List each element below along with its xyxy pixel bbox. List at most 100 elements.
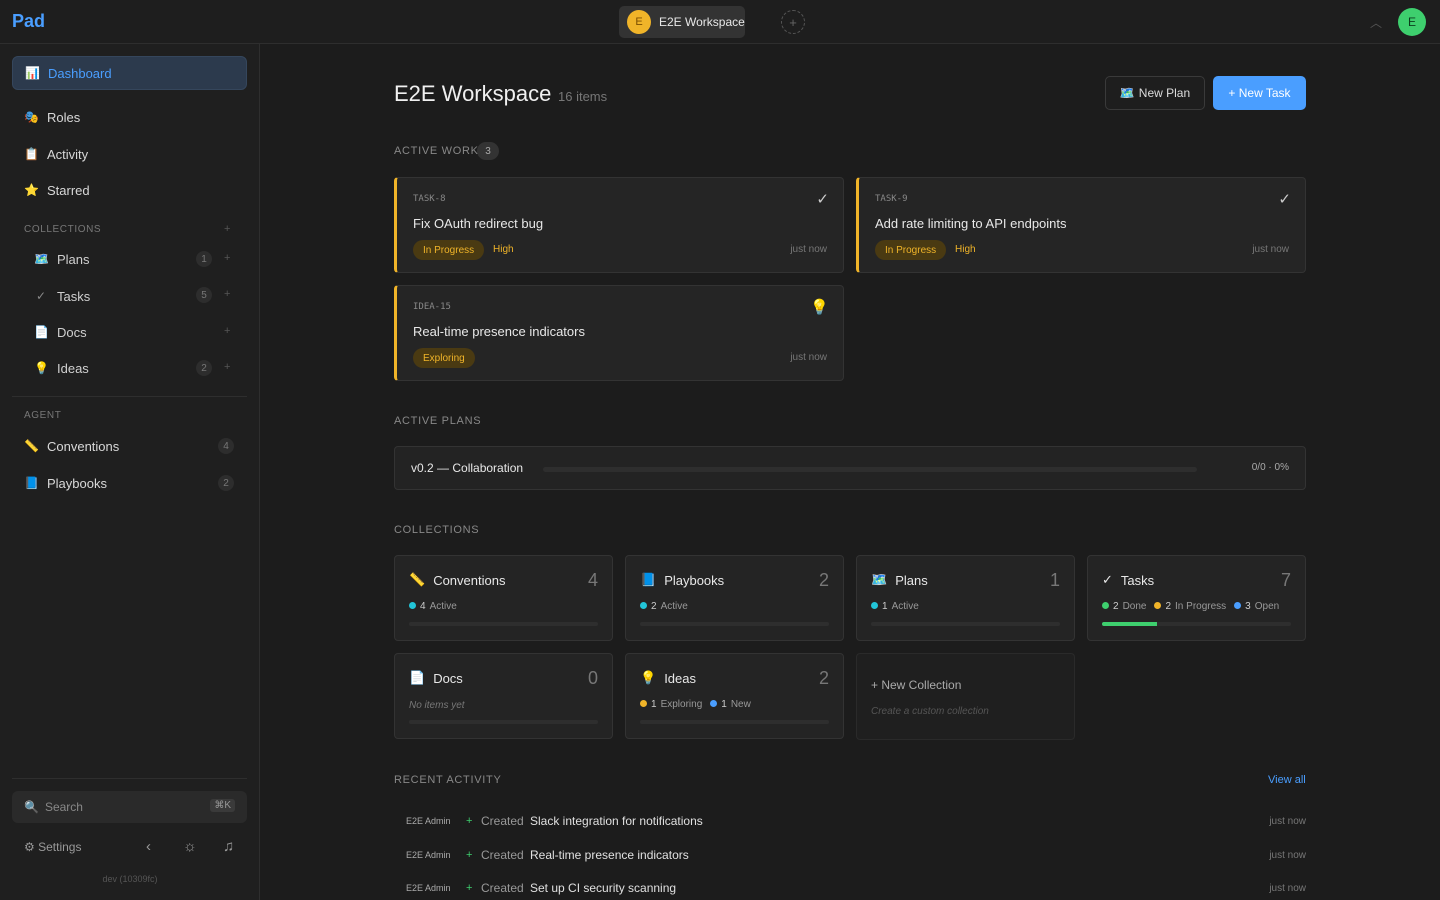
idea-card[interactable]: IDEA-15 💡 Real-time presence indicators … — [394, 285, 844, 381]
activity-user: E2E Admin — [406, 850, 451, 860]
status-dot — [640, 700, 647, 707]
app-logo[interactable]: Pad — [12, 11, 45, 32]
status-dot — [640, 602, 647, 609]
sidebar-item-label: Docs — [57, 324, 87, 340]
stat-count: 3 — [1245, 601, 1251, 612]
collection-card-docs[interactable]: 📄 Docs 0 No items yet — [394, 653, 613, 739]
collection-name: 📘 Playbooks — [640, 572, 724, 588]
item-id: TASK-9 — [875, 194, 908, 204]
sidebar-item-dashboard[interactable]: 📊 Dashboard — [12, 56, 247, 90]
main-content: E2E Workspace 16 items 🗺️ New Plan + New … — [260, 44, 1440, 900]
lightbulb-icon: 💡 — [34, 361, 49, 375]
sidebar-divider — [12, 396, 247, 397]
collection-card-tasks[interactable]: ✓ Tasks 7 2 Done 2 In Progress 3 Open — [1087, 555, 1306, 641]
sidebar-item-label: Dashboard — [48, 65, 112, 81]
new-collection-card[interactable]: + New Collection Create a custom collect… — [856, 653, 1075, 740]
activity-item[interactable]: Set up CI security scanning — [530, 881, 676, 895]
status-dot — [1154, 602, 1162, 609]
collection-count: 2 — [818, 668, 829, 688]
star-icon: ⭐ — [24, 183, 39, 197]
collection-progress-bar — [640, 720, 829, 724]
add-doc-icon[interactable]: + — [224, 325, 230, 337]
stat-label: Active — [660, 601, 688, 612]
item-id: IDEA-15 — [413, 302, 451, 312]
stat-item: 2 Active — [640, 601, 688, 612]
sidebar-item-label: Activity — [47, 146, 89, 162]
plan-row[interactable]: v0.2 — Collaboration 0/0 · 0% — [394, 446, 1306, 490]
stat-item: 3 Open — [1234, 601, 1279, 612]
activity-row[interactable]: E2E Admin + Created Set up CI security s… — [406, 878, 1306, 898]
stat-label: Active — [891, 601, 919, 612]
chevron-up-icon[interactable]: ︿ — [1370, 14, 1382, 31]
timestamp: just now — [1252, 244, 1289, 255]
add-collection-icon[interactable]: + — [224, 223, 230, 235]
ruler-icon: 📏 — [24, 439, 39, 453]
timestamp: just now — [1269, 882, 1306, 894]
sidebar-item-conventions[interactable]: 📏 Conventions — [12, 429, 247, 463]
ruler-icon: 📏 — [409, 572, 426, 587]
add-idea-icon[interactable]: + — [224, 361, 230, 373]
sidebar-item-activity[interactable]: 📋 Activity — [12, 137, 247, 171]
activity-item[interactable]: Real-time presence indicators — [530, 848, 689, 862]
active-plans-heading: ACTIVE PLANS — [394, 415, 482, 427]
activity-verb: Created — [481, 881, 524, 895]
new-task-button[interactable]: + New Task — [1213, 76, 1306, 110]
user-avatar[interactable]: E — [1398, 8, 1426, 36]
search-placeholder: Search — [44, 800, 83, 814]
sidebar-item-docs[interactable]: 📄 Docs — [24, 317, 239, 347]
search-input[interactable]: 🔍 Search ⌘K — [12, 791, 247, 823]
collection-card-ideas[interactable]: 💡 Ideas 2 1 Exploring 1 New — [625, 653, 844, 739]
document-icon: 📄 — [409, 670, 426, 685]
plus-icon: + — [466, 882, 473, 894]
theme-toggle-icon[interactable]: ☼ — [183, 838, 197, 855]
collection-label: Tasks — [1120, 572, 1155, 588]
map-icon: 🗺️ — [34, 252, 49, 266]
status-dot — [710, 700, 718, 707]
stat-item: 2 In Progress — [1154, 601, 1226, 612]
card-title: Fix OAuth redirect bug — [413, 216, 544, 231]
settings-button[interactable]: ⚙ Settings — [24, 840, 81, 854]
check-icon: ✓ — [1102, 572, 1113, 587]
stat-item: 2 Done — [1102, 601, 1146, 612]
plan-progress-text: 0/0 · 0% — [1251, 462, 1289, 473]
activity-row[interactable]: E2E Admin + Created Slack integration fo… — [406, 811, 1306, 831]
sidebar: 📊 Dashboard 🎭 Roles 📋 Activity ⭐ Starred… — [0, 44, 260, 900]
sidebar-divider — [12, 778, 247, 779]
collection-name: 📏 Conventions — [409, 572, 505, 588]
task-card[interactable]: TASK-8 ✓ Fix OAuth redirect bug In Progr… — [394, 177, 844, 273]
sidebar-item-starred[interactable]: ⭐ Starred — [12, 173, 247, 207]
collection-card-conventions[interactable]: 📏 Conventions 4 4 Active — [394, 555, 613, 641]
sidebar-item-playbooks[interactable]: 📘 Playbooks — [12, 466, 247, 500]
sidebar-item-label: Playbooks — [47, 475, 107, 491]
workspace-switcher[interactable]: E E2E Workspace — [619, 6, 745, 38]
add-task-icon[interactable]: + — [224, 288, 230, 300]
collection-progress-bar — [1102, 622, 1291, 626]
collection-card-playbooks[interactable]: 📘 Playbooks 2 2 Active — [625, 555, 844, 641]
collapse-sidebar-icon[interactable]: ‹ — [146, 838, 151, 855]
task-card[interactable]: TASK-9 ✓ Add rate limiting to API endpoi… — [856, 177, 1306, 273]
sidebar-item-roles[interactable]: 🎭 Roles — [12, 100, 247, 134]
collection-progress-fill — [1102, 622, 1157, 626]
search-icon: 🔍 — [24, 800, 39, 814]
workspace-name: E2E Workspace — [659, 15, 745, 29]
new-collection-label: + New Collection — [871, 678, 962, 692]
activity-row[interactable]: E2E Admin + Created Real-time presence i… — [406, 845, 1306, 865]
view-all-link[interactable]: View all — [1268, 774, 1306, 786]
collection-progress-bar — [871, 622, 1060, 626]
activity-item[interactable]: Slack integration for notifications — [530, 814, 703, 828]
stat-count: 2 — [1113, 601, 1119, 612]
active-work-count: 3 — [477, 142, 499, 160]
collection-stats: 2 Active — [640, 601, 688, 612]
add-plan-icon[interactable]: + — [224, 252, 230, 264]
search-shortcut: ⌘K — [210, 799, 235, 812]
activity-user: E2E Admin — [406, 816, 451, 826]
lightbulb-icon: 💡 — [810, 299, 829, 316]
workspace-avatar: E — [627, 10, 651, 34]
collection-card-plans[interactable]: 🗺️ Plans 1 1 Active — [856, 555, 1075, 641]
new-plan-button[interactable]: 🗺️ New Plan — [1105, 76, 1205, 110]
bell-icon[interactable]: ♫ — [223, 838, 234, 855]
stat-item: 4 Active — [409, 601, 457, 612]
add-workspace-button[interactable]: + — [781, 10, 805, 34]
status-badge: In Progress — [413, 240, 485, 260]
card-title: Real-time presence indicators — [413, 324, 585, 339]
